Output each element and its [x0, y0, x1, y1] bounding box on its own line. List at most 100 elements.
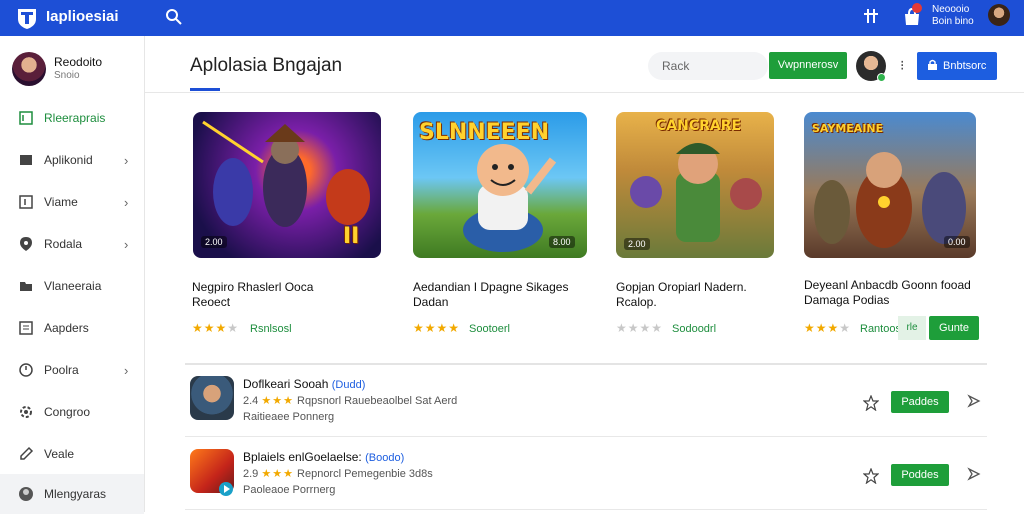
- notification-badge: [912, 3, 922, 13]
- sidebar-item-1[interactable]: Rleeraprais: [0, 98, 144, 138]
- star-rating: ★★★: [261, 468, 294, 480]
- list-item-subtitle: Paoleaoe Porrnerg: [243, 484, 336, 496]
- sidebar-item-label: Rodala: [44, 237, 83, 251]
- list-item-tag: (Boodo): [365, 452, 405, 464]
- rating-number: 2.4: [243, 395, 259, 407]
- rating-text: Rsnlsosl: [250, 323, 292, 335]
- gear-icon: [20, 406, 32, 418]
- list-item-title-text: Doflkeari Sooah: [243, 377, 329, 391]
- list-icon: [19, 321, 33, 335]
- list-divider: [185, 509, 987, 510]
- section-divider: [185, 363, 987, 365]
- chevron-right-icon: ›: [124, 236, 129, 252]
- sidebar: Reodoito Snoio Rleeraprais Aplikonid › V…: [0, 36, 145, 514]
- game-card-art[interactable]: SLNNEEEN 8.00: [413, 112, 587, 258]
- game-card-subtitle: Dadan: [413, 295, 449, 309]
- list-item-title[interactable]: Doflkeari Sooah (Dudd): [243, 377, 365, 391]
- list-divider: [185, 436, 987, 437]
- app-title: Iaplioesiai: [46, 8, 119, 25]
- sidebar-item-label: Viame: [44, 195, 78, 209]
- rating-text: Repnorcl Pemegenbie 3d8s: [297, 468, 433, 480]
- star-rating: ★★★★: [192, 321, 240, 335]
- sidebar-item-7[interactable]: Poolra ›: [0, 350, 144, 390]
- list-item-rating: 2.9 ★★★ Repnorcl Pemegenbie 3d8s: [243, 467, 433, 480]
- game-card-title[interactable]: Aedandian I Dpagne Sikages: [413, 280, 568, 294]
- sidebar-profile[interactable]: Reodoito Snoio: [12, 52, 102, 86]
- game-card-art[interactable]: SAYMEAINE 0.00: [804, 112, 976, 258]
- game-card-subtitle: Damaga Podias: [804, 293, 890, 307]
- profile-sub: Snoio: [54, 70, 80, 81]
- sidebar-item-label: Aplikonid: [44, 153, 93, 167]
- rating-text: Sodoodrl: [672, 323, 717, 335]
- rating-text: Rantoosl: [860, 323, 904, 335]
- list-item-button[interactable]: Paddes: [891, 391, 949, 413]
- top-user-sub: Boin bino: [932, 16, 974, 27]
- list-item[interactable]: Bplaiels enlGoelaelse: (Boodo) 2.9 ★★★ R…: [185, 449, 987, 509]
- sidebar-item-label: Poolra: [44, 363, 79, 377]
- game-card-title[interactable]: Gopjan Oropiarl Nadern.: [616, 280, 747, 294]
- profile-name: Reodoito: [54, 55, 103, 69]
- star-rating: ★★★★: [616, 321, 664, 335]
- game-card-art[interactable]: 2.00 II: [193, 112, 381, 258]
- sidebar-item-label: Vlaneeraia: [44, 279, 102, 293]
- header-divider: [145, 92, 1024, 93]
- clock-icon: [19, 363, 33, 377]
- search-input[interactable]: Rack: [648, 52, 768, 80]
- more-menu-icon[interactable]: ⁝: [900, 57, 904, 74]
- page-title: Aplolasia Bngajan: [190, 55, 343, 76]
- game-card-title[interactable]: Deyeanl Anbacdb Goonn fooad: [804, 278, 971, 292]
- card-price-badge: 2.00: [624, 238, 650, 250]
- game-logo-text: SAYMEAINE: [812, 122, 884, 135]
- chevron-right-icon: ›: [124, 362, 129, 378]
- rating-text: Rqpsnorl Rauebeaolbel Sat Aerd: [297, 395, 458, 407]
- user-avatar[interactable]: [988, 4, 1010, 26]
- sidebar-item-9[interactable]: Veale: [0, 434, 144, 474]
- star-rating: ★★★★: [413, 321, 461, 335]
- card-price-badge: 2.00: [201, 236, 227, 248]
- game-card-art[interactable]: CANCRARE 2.00: [616, 112, 774, 258]
- sidebar-item-4[interactable]: Rodala ›: [0, 224, 144, 264]
- share-icon[interactable]: [967, 467, 981, 481]
- apps-icon: [20, 155, 32, 165]
- list-item-rating: 2.4 ★★★ Rqpsnorl Rauebeaolbel Sat Aerd: [243, 394, 457, 407]
- top-user-info[interactable]: Neoooio Boin bino: [932, 4, 974, 28]
- sidebar-item-6[interactable]: Aapders: [0, 308, 144, 348]
- sidebar-item-10[interactable]: Mlengyaras: [0, 474, 144, 514]
- search-icon[interactable]: [164, 7, 184, 27]
- list-item[interactable]: Doflkeari Sooah (Dudd) 2.4 ★★★ Rqpsnorl …: [185, 376, 987, 436]
- sidebar-item-label: Congroo: [44, 405, 91, 419]
- top-user-name: Neoooio: [932, 4, 970, 15]
- sidebar-item-label: Veale: [44, 447, 75, 461]
- list-item-title-text: Bplaiels enlGoelaelse:: [243, 450, 362, 464]
- game-card-title[interactable]: Negpiro Rhaslerl Ooca: [192, 280, 313, 294]
- rating-number: 2.9: [243, 468, 259, 480]
- card-price-badge: 8.00: [549, 236, 575, 248]
- top-bar: Iaplioesiai Neoooio Boin bino: [0, 0, 1024, 36]
- header-green-button[interactable]: Vwpnnerosv: [769, 52, 847, 79]
- card-small-badge[interactable]: rle: [898, 316, 926, 340]
- sidebar-item-2[interactable]: Aplikonid ›: [0, 140, 144, 180]
- card-install-button[interactable]: Gunte: [929, 316, 979, 340]
- star-rating: ★★★★: [804, 321, 852, 335]
- list-item-tag: (Dudd): [331, 379, 366, 391]
- list-item-title[interactable]: Bplaiels enlGoelaelse: (Boodo): [243, 450, 404, 464]
- profile-avatar: [12, 52, 46, 86]
- pen-icon: [20, 446, 34, 460]
- card-price-badge: 0.00: [944, 236, 970, 248]
- sidebar-item-label: Aapders: [44, 321, 89, 335]
- star-favorite-icon[interactable]: [863, 395, 879, 411]
- shield-logo-icon[interactable]: [16, 6, 38, 30]
- app-thumbnail[interactable]: [190, 376, 234, 420]
- folder-icon: [20, 282, 32, 291]
- game-card-subtitle: Reoect: [192, 295, 231, 309]
- list-item-button[interactable]: Poddes: [891, 464, 949, 486]
- game-logo-text: CANCRARE: [656, 118, 742, 134]
- share-icon[interactable]: [967, 394, 981, 408]
- sidebar-item-5[interactable]: Vlaneeraia: [0, 266, 144, 306]
- card-logo-emblem: II: [343, 224, 360, 249]
- hashtag-icon[interactable]: [862, 7, 880, 25]
- sidebar-item-8[interactable]: Congroo: [0, 392, 144, 432]
- star-favorite-icon[interactable]: [863, 468, 879, 484]
- location-icon: [20, 237, 32, 251]
- sidebar-item-3[interactable]: Viame ›: [0, 182, 144, 222]
